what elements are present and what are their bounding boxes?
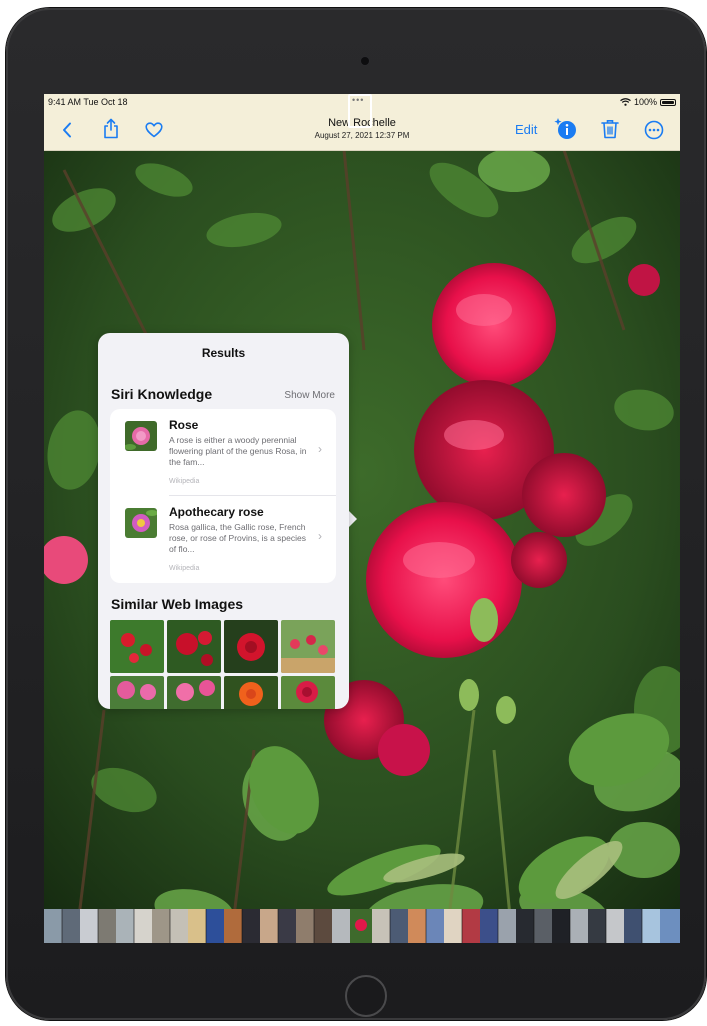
web-image-thumbnail[interactable] bbox=[167, 676, 221, 709]
more-icon[interactable] bbox=[644, 120, 664, 140]
knowledge-item-apothecary-rose[interactable]: Apothecary rose Rosa gallica, the Gallic… bbox=[110, 496, 336, 583]
siri-knowledge-heading: Siri Knowledge bbox=[111, 386, 213, 402]
chevron-right-icon: › bbox=[318, 529, 322, 543]
rose-thumbnail bbox=[125, 421, 157, 451]
web-image-thumbnail[interactable] bbox=[224, 676, 278, 709]
siri-knowledge-card: Rose A rose is either a woody perennial … bbox=[110, 409, 336, 583]
wifi-icon bbox=[620, 98, 631, 106]
web-image-thumbnail[interactable] bbox=[110, 676, 164, 709]
photos-screen: 9:41 AM Tue Oct 18 ••• 100% New Rochelle… bbox=[44, 94, 680, 943]
similar-web-images-grid bbox=[110, 620, 338, 709]
battery-icon bbox=[660, 98, 676, 106]
web-image-thumbnail[interactable] bbox=[224, 620, 278, 673]
show-more-link[interactable]: Show More bbox=[284, 390, 335, 401]
results-popover: Results Siri Knowledge Show More Rose A … bbox=[98, 333, 349, 709]
share-icon[interactable] bbox=[103, 118, 119, 139]
apothecary-rose-thumbnail bbox=[125, 508, 157, 538]
chevron-right-icon: › bbox=[318, 442, 322, 456]
battery-percent: 100% bbox=[633, 97, 657, 107]
knowledge-item-rose[interactable]: Rose A rose is either a woody perennial … bbox=[110, 409, 336, 496]
trash-icon[interactable] bbox=[601, 119, 619, 139]
web-image-thumbnail[interactable] bbox=[110, 620, 164, 673]
popover-arrow bbox=[349, 511, 357, 527]
knowledge-title: Apothecary rose bbox=[169, 505, 264, 519]
knowledge-title: Rose bbox=[169, 418, 199, 432]
knowledge-description: Rosa gallica, the Gallic rose, French ro… bbox=[169, 522, 307, 554]
filmstrip-selected-frame[interactable] bbox=[348, 94, 372, 128]
edit-button[interactable]: Edit bbox=[515, 122, 537, 137]
chevron-left-icon[interactable] bbox=[62, 122, 72, 138]
photo-date-subtitle: August 27, 2021 12:37 PM bbox=[314, 131, 410, 140]
home-button[interactable] bbox=[345, 975, 387, 1017]
knowledge-source: Wikipedia bbox=[169, 478, 200, 485]
knowledge-description: A rose is either a woody perennial flowe… bbox=[169, 435, 307, 467]
info-sparkle-icon[interactable] bbox=[554, 117, 578, 141]
web-image-thumbnail[interactable] bbox=[167, 620, 221, 673]
front-camera bbox=[361, 57, 369, 65]
web-image-thumbnail[interactable] bbox=[281, 620, 335, 673]
results-title: Results bbox=[201, 346, 246, 360]
status-right: 100% bbox=[620, 97, 676, 107]
photo-filmstrip[interactable] bbox=[44, 909, 680, 943]
heart-icon[interactable] bbox=[145, 122, 163, 138]
web-image-thumbnail[interactable] bbox=[281, 676, 335, 709]
knowledge-source: Wikipedia bbox=[169, 565, 200, 572]
similar-web-images-heading: Similar Web Images bbox=[111, 596, 244, 612]
status-time: 9:41 AM Tue Oct 18 bbox=[48, 97, 128, 107]
